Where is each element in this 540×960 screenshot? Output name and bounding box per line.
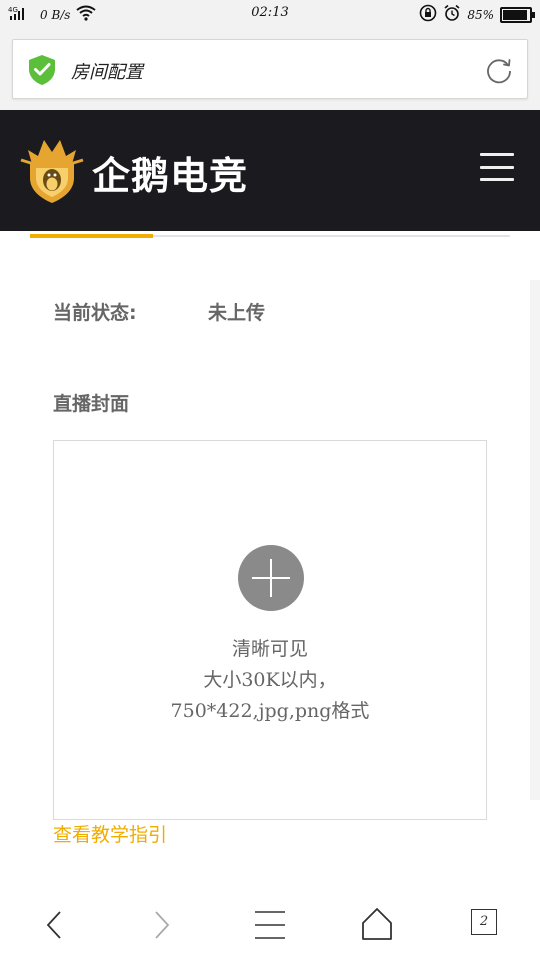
battery-percent: 85%: [467, 7, 494, 22]
browser-address-area: 房间配置: [0, 28, 540, 110]
hamburger-menu-icon[interactable]: [480, 153, 514, 181]
active-tab-indicator[interactable]: [30, 234, 153, 238]
cover-label: 直播封面: [53, 393, 130, 415]
tab-count: 2: [471, 909, 497, 935]
upload-hint-clarity: 清晰可见: [231, 638, 308, 660]
add-icon[interactable]: [238, 545, 304, 611]
status-bar: 4G 0 B/s 02:13 85%: [0, 0, 540, 28]
home-icon[interactable]: [357, 904, 397, 944]
status-label: 当前状态:: [53, 302, 137, 324]
site-header: 企鹅电竞: [0, 110, 540, 231]
upload-hint-size: 大小30K以内，: [203, 669, 337, 691]
browser-bottom-nav: 2: [0, 888, 540, 960]
back-icon[interactable]: [36, 904, 76, 944]
rotation-lock-icon: [419, 4, 437, 25]
reload-icon[interactable]: [485, 56, 513, 84]
status-bar-right: 85%: [419, 4, 535, 25]
scrollbar-track[interactable]: [530, 280, 540, 800]
menu-line: [480, 178, 514, 181]
address-bar[interactable]: 房间配置: [12, 39, 528, 99]
alarm-icon: [443, 4, 461, 25]
status-value: 未上传: [208, 302, 266, 324]
menu-line: [480, 153, 514, 156]
upload-hint-format: 750*422,jpg,png格式: [170, 700, 370, 722]
battery-fill: [503, 9, 527, 20]
menu-line: [480, 165, 514, 169]
shield-check-icon: [29, 55, 55, 85]
forward-icon[interactable]: [144, 904, 184, 944]
cover-upload-area[interactable]: 清晰可见 大小30K以内， 750*422,jpg,png格式: [53, 440, 487, 820]
view-guide-link[interactable]: 查看教学指引: [53, 820, 167, 847]
menu-icon[interactable]: [250, 904, 290, 944]
battery-icon: [500, 6, 535, 23]
tabs-icon[interactable]: 2: [470, 904, 510, 944]
crowned-penguin-shield-icon: [20, 140, 84, 203]
brand-name: 企鹅电竞: [92, 154, 249, 198]
page-title: 房间配置: [71, 62, 143, 83]
